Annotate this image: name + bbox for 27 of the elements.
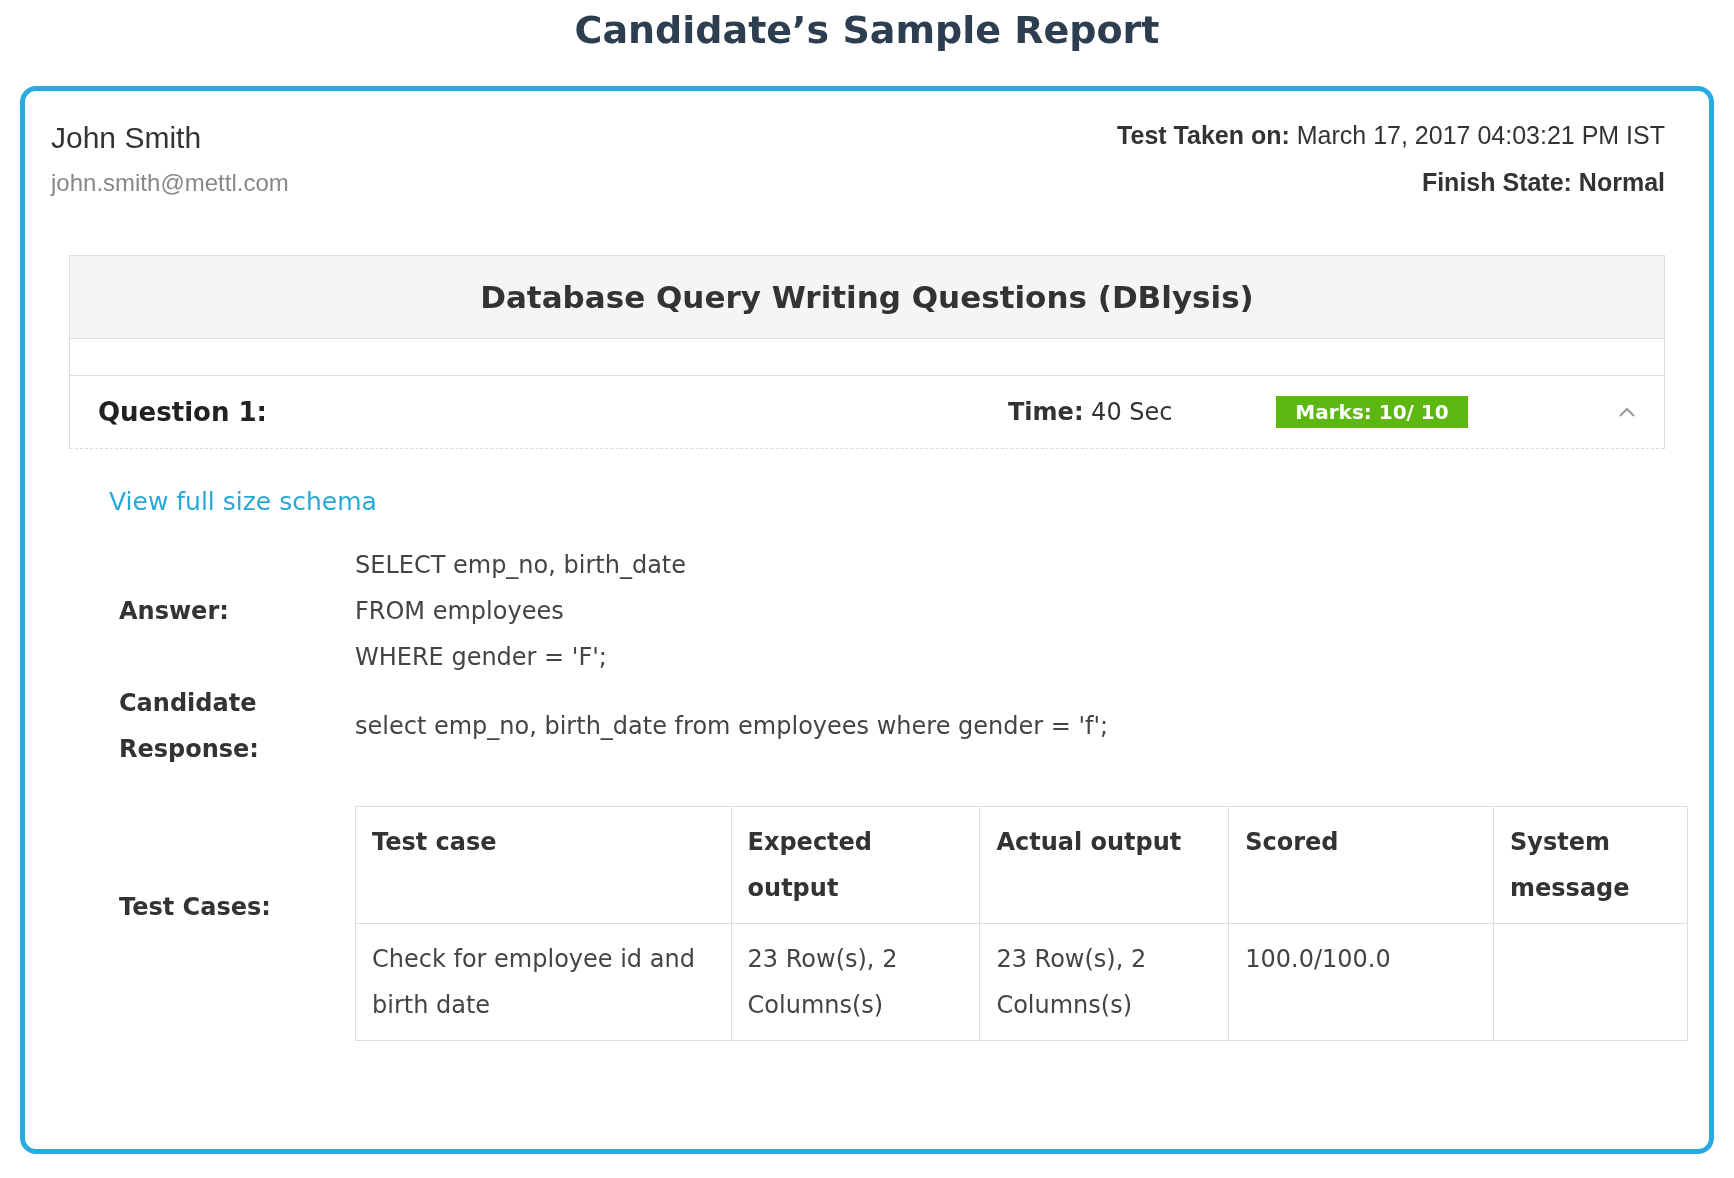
question-label: Question 1: <box>98 397 268 427</box>
test-cases-label: Test Cases: <box>119 891 272 923</box>
column-header: Scored <box>1228 806 1494 924</box>
answer-line: WHERE gender = 'F'; <box>355 642 608 673</box>
response-text: select emp_no, birth_date from employees where gender = 'f'; <box>355 711 1110 742</box>
response-label: Candidate Response: <box>119 688 260 765</box>
marks-badge: Marks: 10/ 10 <box>1276 396 1468 428</box>
answer-label: Answer: <box>119 596 230 627</box>
table-cell: 23 Row(s), 2 Columns(s) <box>979 923 1229 1041</box>
answer-line: FROM employees <box>355 596 565 627</box>
column-header: Actual output <box>979 806 1229 924</box>
column-header: System message <box>1493 806 1688 924</box>
answer-line: SELECT emp_no, birth_date <box>355 550 688 581</box>
test-info: Test Taken on: March 17, 2017 04:03:21 PM IST <box>1117 121 1665 150</box>
column-header: Test case <box>355 806 732 924</box>
report-title: Candidate’s Sample Report <box>574 8 1160 52</box>
candidate-email: john.smith@mettl.com <box>51 169 289 197</box>
table-cell: 100.0/100.0 <box>1228 923 1494 1041</box>
candidate-name: John Smith <box>51 121 203 155</box>
table-cell: 23 Row(s), 2 Columns(s) <box>731 923 980 1041</box>
question-time: Time: 40 Sec <box>1008 398 1174 426</box>
table-cell: Check for employee id and birth date <box>355 923 732 1041</box>
chevron-up-icon[interactable] <box>1618 406 1636 418</box>
section-title: Database Query Writing Questions (DBlysis) <box>70 256 1664 339</box>
column-header: Expected output <box>731 806 980 924</box>
question-header[interactable]: Question 1: Time: 40 Sec Marks: 10/ 10 <box>70 376 1664 449</box>
test-info: Finish State: Normal <box>1420 168 1665 197</box>
